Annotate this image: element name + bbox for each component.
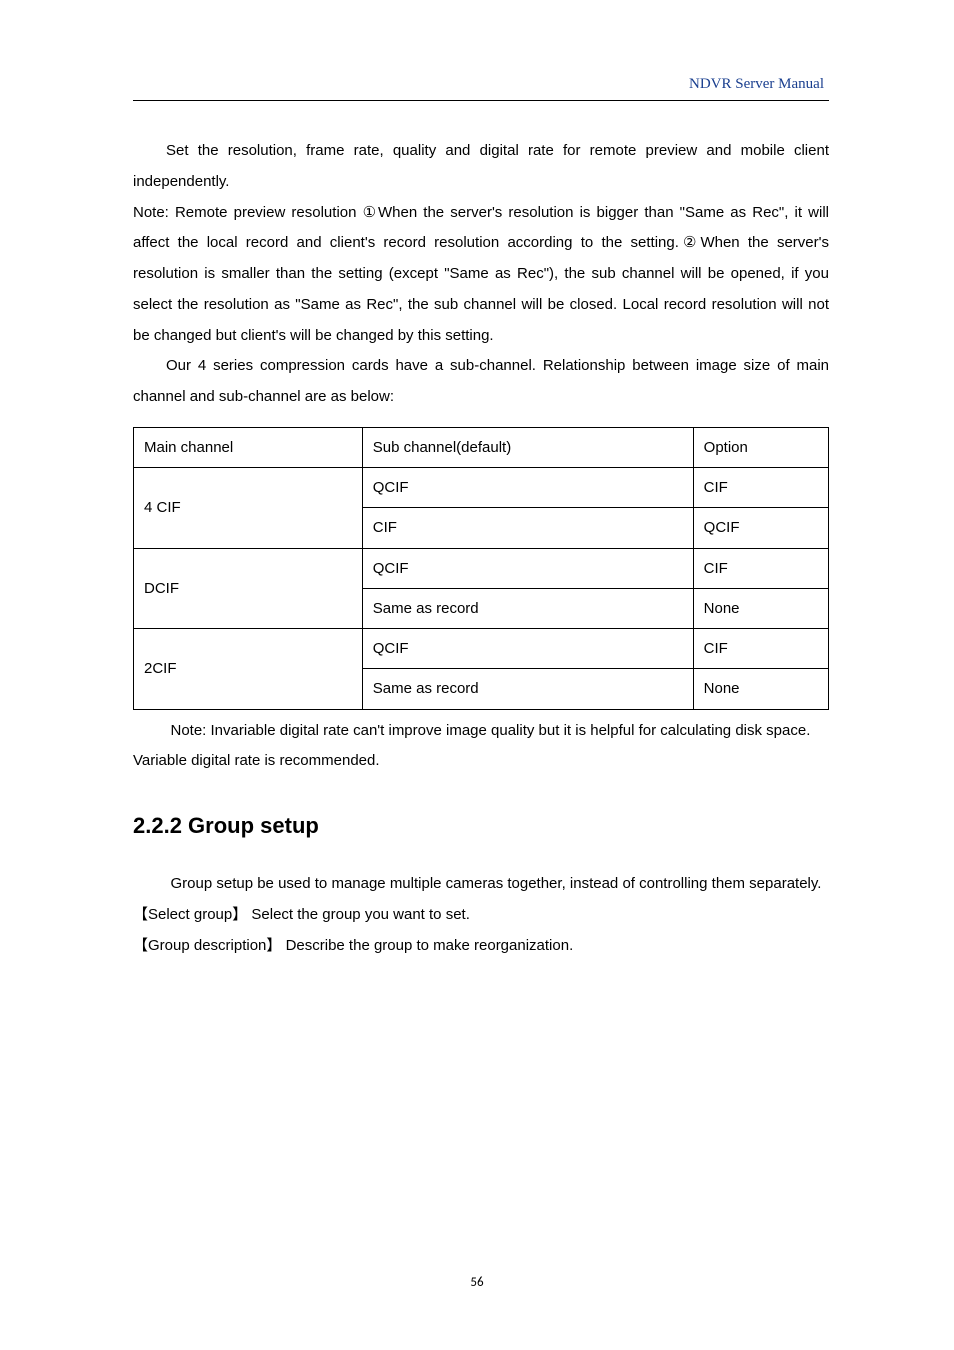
definition-group-description: 【Group description】 Describe the group t… bbox=[133, 931, 829, 962]
paragraph-rate-note: Note: Invariable digital rate can't impr… bbox=[133, 716, 829, 778]
cell-opt: CIF bbox=[693, 629, 828, 669]
cell-sub: QCIF bbox=[362, 629, 693, 669]
table-row: 4 CIF QCIF CIF bbox=[134, 468, 829, 508]
paragraph-remote-settings: Set the resolution, frame rate, quality … bbox=[133, 136, 829, 198]
paragraph-note-resolution: Note: Remote preview resolution ①When th… bbox=[133, 198, 829, 352]
table-header-row: Main channel Sub channel(default) Option bbox=[134, 427, 829, 467]
cell-opt: QCIF bbox=[693, 508, 828, 548]
def-label: 【Select group】 bbox=[133, 906, 247, 923]
cell-sub: Same as record bbox=[362, 588, 693, 628]
channel-relationship-table: Main channel Sub channel(default) Option… bbox=[133, 427, 829, 710]
page-number: 56 bbox=[0, 1275, 954, 1290]
running-header: NDVR Server Manual bbox=[689, 76, 824, 93]
def-body: Select the group you want to set. bbox=[251, 906, 469, 923]
col-header-sub: Sub channel(default) bbox=[362, 427, 693, 467]
cell-opt: None bbox=[693, 588, 828, 628]
header-rule bbox=[133, 100, 829, 101]
table-row: 2CIF QCIF CIF bbox=[134, 629, 829, 669]
section-heading-group-setup: 2.2.2 Group setup bbox=[133, 813, 829, 839]
def-label: 【Group description】 bbox=[133, 937, 281, 954]
cell-sub: CIF bbox=[362, 508, 693, 548]
cell-sub: QCIF bbox=[362, 548, 693, 588]
cell-opt: None bbox=[693, 669, 828, 709]
col-header-option: Option bbox=[693, 427, 828, 467]
cell-main: DCIF bbox=[134, 548, 363, 629]
cell-opt: CIF bbox=[693, 468, 828, 508]
definition-select-group: 【Select group】 Select the group you want… bbox=[133, 900, 829, 931]
cell-main: 2CIF bbox=[134, 629, 363, 710]
note-body: ①When the server's resolution is bigger … bbox=[133, 204, 829, 344]
def-body: Describe the group to make reorganizatio… bbox=[286, 937, 574, 954]
cell-sub: QCIF bbox=[362, 468, 693, 508]
col-header-main: Main channel bbox=[134, 427, 363, 467]
cell-opt: CIF bbox=[693, 548, 828, 588]
content-area: Set the resolution, frame rate, quality … bbox=[133, 76, 829, 961]
paragraph-group-intro: Group setup be used to manage multiple c… bbox=[133, 869, 829, 900]
cell-sub: Same as record bbox=[362, 669, 693, 709]
cell-main: 4 CIF bbox=[134, 468, 363, 549]
page: NDVR Server Manual Set the resolution, f… bbox=[0, 0, 954, 1350]
paragraph-compression-cards: Our 4 series compression cards have a su… bbox=[133, 351, 829, 413]
note-prefix: Note: Remote preview resolution bbox=[133, 204, 356, 221]
table-row: DCIF QCIF CIF bbox=[134, 548, 829, 588]
